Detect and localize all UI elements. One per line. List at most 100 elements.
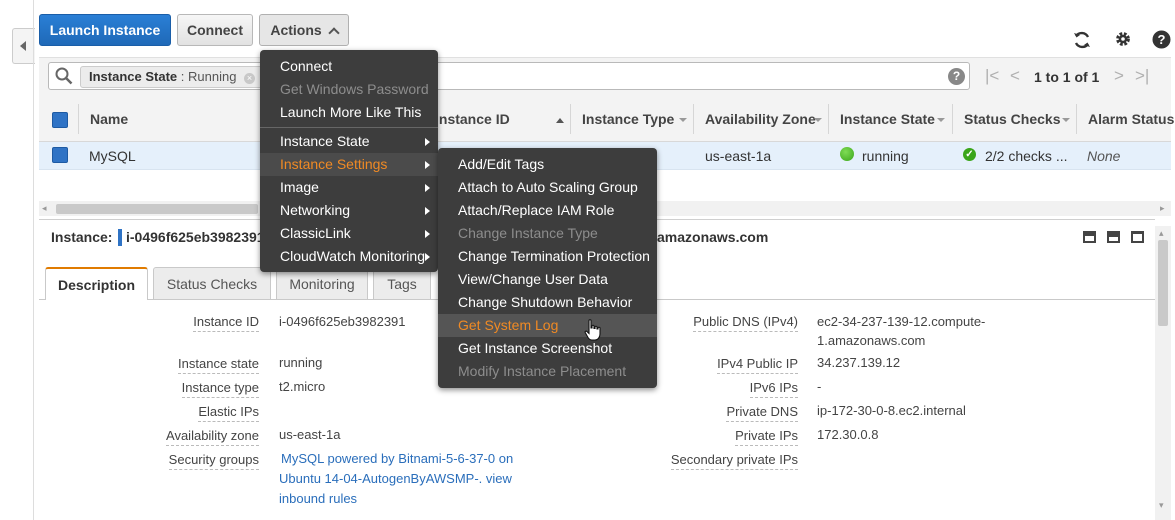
label-instance-type: Instance type (181, 379, 259, 398)
value-public-dns-2: 1.amazonaws.com (817, 333, 926, 348)
submenu-arrow-icon (425, 184, 430, 192)
column-instance-state[interactable]: Instance State (840, 111, 935, 127)
label-public-dns: Public DNS (IPv4) (693, 313, 798, 332)
value-public-dns-1: ec2-34-237-139-12.compute- (817, 314, 986, 329)
column-instance-type[interactable]: Instance Type (582, 111, 674, 127)
first-page-icon[interactable]: |< (985, 66, 999, 86)
menu-item-instance-settings[interactable]: Instance Settings (260, 153, 438, 176)
help-icon[interactable]: ? (1152, 30, 1171, 52)
security-group-link-2[interactable]: Ubuntu 14-04-AutogenByAWSMP-. (279, 471, 482, 486)
instance-settings-submenu: Add/Edit Tags Attach to Auto Scaling Gro… (438, 148, 657, 388)
next-page-icon[interactable]: > (1114, 66, 1124, 86)
filter-token[interactable]: Instance State : Running × (80, 66, 265, 88)
submenu-item-attach-asg[interactable]: Attach to Auto Scaling Group (438, 176, 657, 199)
column-alarm-status[interactable]: Alarm Status (1088, 111, 1174, 127)
caret-up-icon (328, 26, 340, 39)
instance-title-label: Instance: (51, 229, 113, 245)
connect-button[interactable]: Connect (177, 14, 253, 46)
menu-item-networking[interactable]: Networking (260, 199, 438, 222)
layout-top-icon[interactable] (1083, 231, 1096, 243)
sort-icon (937, 118, 945, 122)
submenu-item-shutdown-behavior[interactable]: Change Shutdown Behavior (438, 291, 657, 314)
label-secondary-private-ips: Secondary private IPs (670, 451, 798, 470)
tab-description[interactable]: Description (45, 267, 148, 300)
submenu-item-get-system-log[interactable]: Get System Log (438, 314, 657, 337)
select-all-checkbox[interactable] (52, 112, 68, 128)
layout-bottom-icon[interactable] (1131, 231, 1144, 243)
prev-page-icon[interactable]: < (1010, 66, 1020, 86)
column-name[interactable]: Name (90, 111, 128, 127)
filter-token-value: Running (188, 69, 237, 84)
remove-filter-icon[interactable]: × (244, 73, 256, 84)
label-ipv6-ips: IPv6 IPs (749, 379, 798, 398)
layout-split-icon[interactable] (1107, 231, 1120, 243)
security-group-line2: Ubuntu 14-04-AutogenByAWSMP-. view (279, 469, 512, 488)
launch-instance-button[interactable]: Launch Instance (39, 14, 171, 46)
value-instance-type: t2.micro (279, 379, 326, 394)
main-border (33, 0, 34, 520)
label-private-ips: Private IPs (735, 427, 798, 446)
value-instance-id: i-0496f625eb3982391 (279, 314, 406, 329)
submenu-item-attach-iam-role[interactable]: Attach/Replace IAM Role (438, 199, 657, 222)
value-ipv6-ips: - (817, 379, 822, 394)
menu-item-classiclink[interactable]: ClassicLink (260, 222, 438, 245)
instance-color-bar (118, 229, 122, 246)
filter-token-sep: : (177, 69, 188, 84)
cell-availability-zone: us-east-1a (705, 148, 772, 164)
menu-item-networking-label: Networking (280, 202, 351, 218)
collapse-sidebar-tab[interactable] (12, 28, 35, 64)
running-status-icon (840, 147, 854, 161)
menu-item-image[interactable]: Image (260, 176, 438, 199)
submenu-item-instance-screenshot[interactable]: Get Instance Screenshot (438, 337, 657, 360)
submenu-item-change-instance-type: Change Instance Type (458, 225, 598, 241)
menu-item-image-label: Image (280, 179, 319, 195)
check-icon: ✓ (963, 148, 976, 161)
pagination-text: 1 to 1 of 1 (1034, 69, 1100, 85)
value-availability-zone: us-east-1a (279, 427, 341, 442)
vertical-scroll-thumb[interactable] (1158, 240, 1168, 326)
column-separator (1076, 104, 1077, 134)
view-rules-link[interactable]: view (486, 471, 512, 486)
cell-instance-state: running (862, 148, 909, 164)
search-help-icon[interactable]: ? (948, 68, 965, 85)
last-page-icon[interactable]: >| (1135, 66, 1149, 86)
security-group-link[interactable]: MySQL powered by Bitnami-5-6-37-0 on (281, 449, 513, 468)
menu-item-connect[interactable]: Connect (260, 55, 438, 78)
instance-title-dns: amazonaws.com (657, 229, 769, 245)
search-icon (55, 67, 73, 88)
column-availability-zone[interactable]: Availability Zone (705, 111, 816, 127)
column-instance-id[interactable]: Instance ID (435, 111, 510, 127)
row-checkbox[interactable] (52, 147, 68, 163)
submenu-item-add-edit-tags[interactable]: Add/Edit Tags (438, 153, 657, 176)
menu-item-instance-state[interactable]: Instance State (260, 130, 438, 153)
submenu-item-modify-placement: Modify Instance Placement (458, 363, 627, 379)
actions-button[interactable]: Actions (259, 14, 349, 46)
scroll-down-icon[interactable]: ▾ (1159, 500, 1164, 511)
scroll-right-icon[interactable]: ▸ (1160, 203, 1165, 214)
submenu-item-termination-protection[interactable]: Change Termination Protection (438, 245, 657, 268)
submenu-arrow-icon (425, 230, 430, 238)
instance-title-id: i-0496f625eb3982391 (126, 229, 265, 245)
scroll-up-icon[interactable]: ▴ (1159, 228, 1164, 239)
tab-status-checks[interactable]: Status Checks (153, 267, 271, 299)
submenu-arrow-icon (425, 161, 430, 169)
refresh-icon[interactable] (1072, 30, 1092, 53)
menu-item-cloudwatch-monitoring[interactable]: CloudWatch Monitoring (260, 245, 438, 268)
submenu-arrow-icon (425, 207, 430, 215)
menu-item-get-windows-password: Get Windows Password (280, 81, 429, 97)
cell-alarm-status: None (1087, 148, 1121, 164)
filter-token-key: Instance State (89, 69, 178, 84)
inbound-rules-link[interactable]: inbound rules (279, 489, 357, 508)
submenu-arrow-icon (425, 138, 430, 146)
submenu-arrow-icon (425, 253, 430, 261)
scroll-left-icon[interactable]: ◂ (42, 203, 47, 214)
cell-name: MySQL (89, 148, 136, 164)
column-separator (78, 104, 79, 134)
column-separator (693, 104, 694, 134)
column-status-checks[interactable]: Status Checks (964, 111, 1060, 127)
submenu-item-user-data[interactable]: View/Change User Data (438, 268, 657, 291)
gear-icon[interactable] (1114, 30, 1132, 51)
menu-item-launch-more[interactable]: Launch More Like This (260, 101, 438, 124)
horizontal-scroll-thumb[interactable] (56, 204, 258, 214)
menu-item-instance-settings-label: Instance Settings (280, 156, 388, 172)
